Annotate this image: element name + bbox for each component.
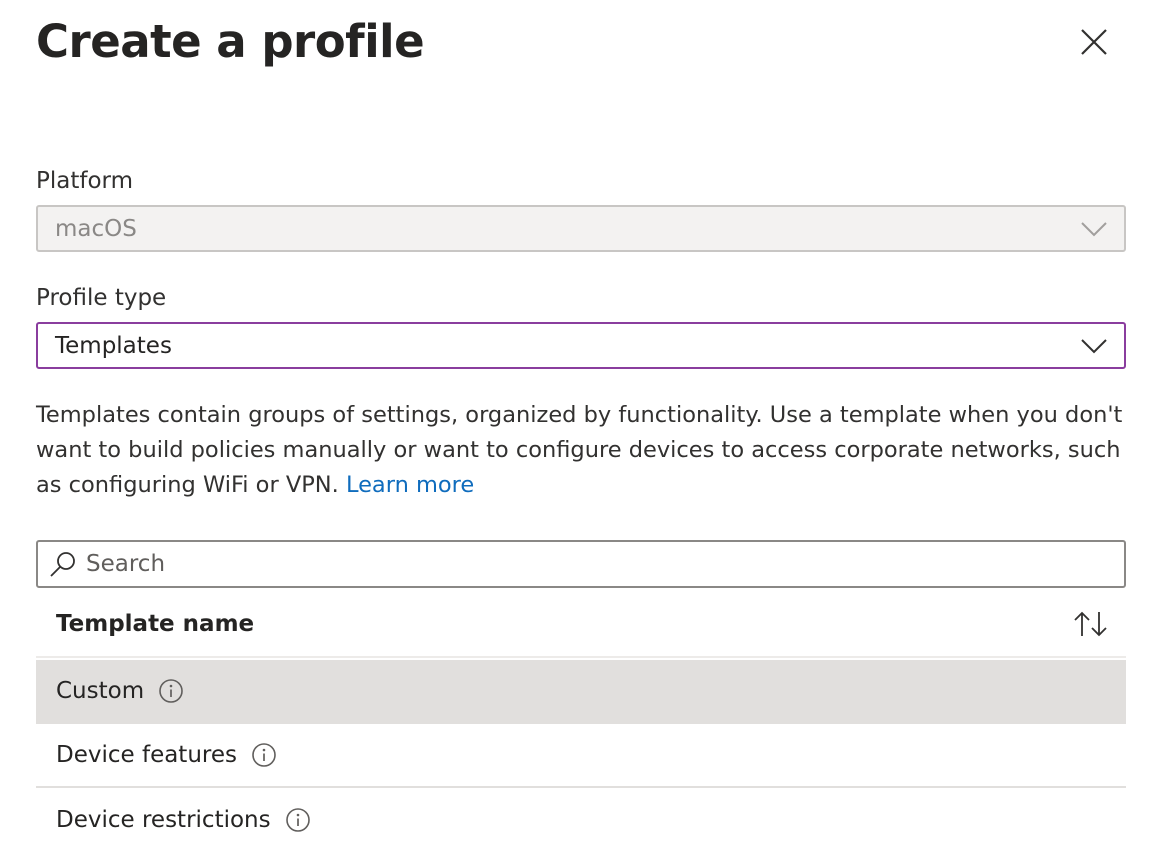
table-row-device-features[interactable]: Device features <box>36 724 1126 788</box>
search-box[interactable] <box>36 540 1126 588</box>
profile-type-value: Templates <box>55 332 172 359</box>
profile-type-dropdown[interactable]: Templates <box>36 322 1126 369</box>
sort-icon[interactable] <box>1072 610 1110 638</box>
info-icon[interactable] <box>251 742 277 768</box>
row-label: Device features <box>56 742 237 768</box>
platform-value: macOS <box>55 215 137 242</box>
info-icon[interactable] <box>285 807 311 833</box>
table-row-custom[interactable]: Custom <box>36 660 1126 724</box>
search-icon <box>50 552 75 577</box>
close-icon <box>1081 29 1107 55</box>
row-label: Custom <box>56 678 145 704</box>
table-row-device-restrictions[interactable]: Device restrictions <box>36 788 1126 852</box>
close-button[interactable] <box>1072 20 1116 64</box>
column-header-template-name[interactable]: Template name <box>56 609 254 639</box>
search-input[interactable] <box>86 546 1086 582</box>
chevron-down-icon <box>1081 339 1107 354</box>
table-header: Template name <box>36 592 1126 658</box>
template-description: Templates contain groups of settings, or… <box>36 398 1126 503</box>
info-icon[interactable] <box>158 678 184 704</box>
page-title: Create a profile <box>36 15 425 68</box>
platform-dropdown: macOS <box>36 205 1126 252</box>
profile-type-label: Profile type <box>36 285 167 311</box>
platform-label: Platform <box>36 168 133 194</box>
chevron-down-icon <box>1081 222 1107 237</box>
row-label: Device restrictions <box>56 807 271 833</box>
description-text: Templates contain groups of settings, or… <box>36 402 1123 498</box>
learn-more-link[interactable]: Learn more <box>346 472 474 498</box>
